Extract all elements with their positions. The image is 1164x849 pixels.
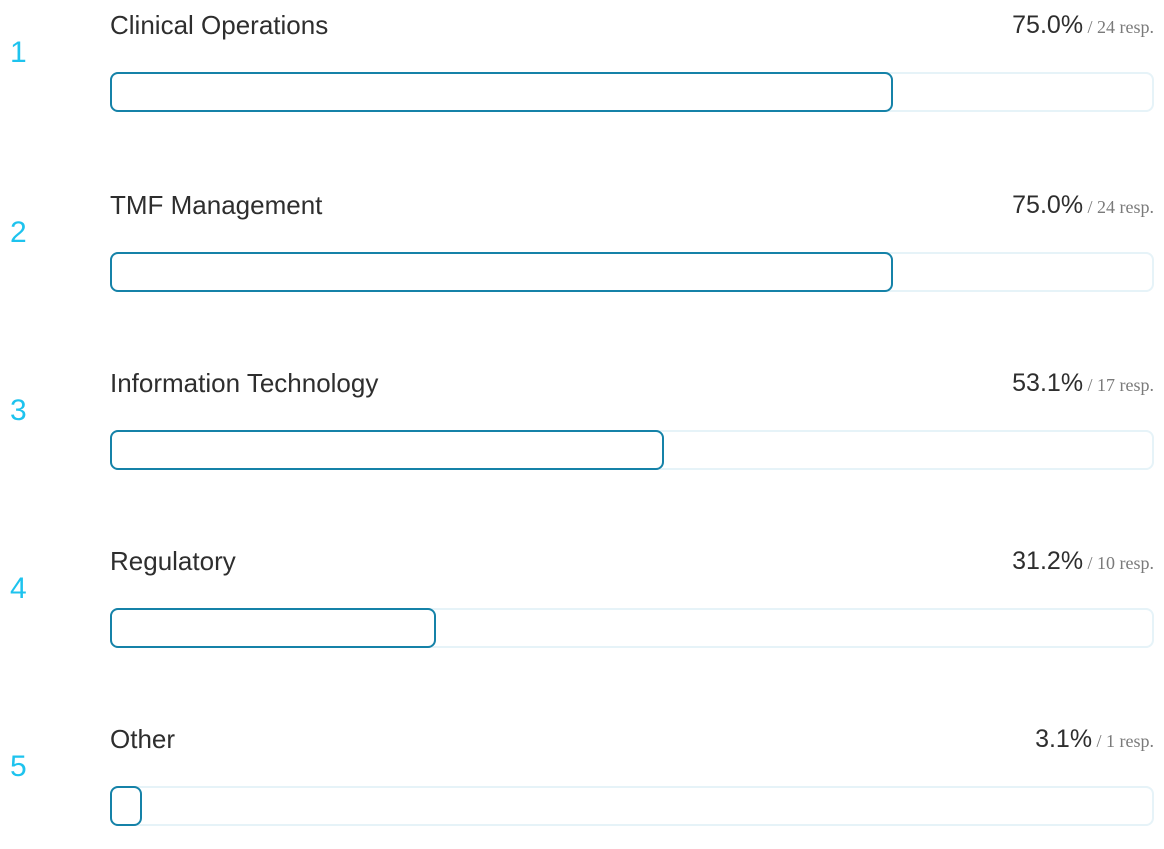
bar-fill xyxy=(110,252,893,292)
rank-number: 2 xyxy=(10,216,27,249)
response-count: / 1 resp. xyxy=(1096,731,1155,751)
category-label: TMF Management xyxy=(110,190,323,220)
stat-readout: 75.0% / 24 resp. xyxy=(1012,5,1154,49)
percent-value: 75.0% xyxy=(1012,191,1084,219)
stat-readout: 75.0% / 24 resp. xyxy=(1012,185,1154,229)
results-chart: 1 Clinical Operations 75.0% / 24 resp. 2… xyxy=(0,0,1164,826)
bar-track xyxy=(110,430,1154,470)
rank-number: 4 xyxy=(10,572,27,605)
response-count: / 17 resp. xyxy=(1087,375,1155,395)
rank-number: 5 xyxy=(10,750,27,783)
percent-value: 75.0% xyxy=(1012,11,1084,39)
percent-value: 53.1% xyxy=(1012,369,1084,397)
response-count: / 24 resp. xyxy=(1087,197,1155,217)
bar-fill xyxy=(110,608,436,648)
stat-readout: 3.1% / 1 resp. xyxy=(1035,719,1154,763)
bar-fill xyxy=(110,786,143,826)
bar-track xyxy=(110,252,1154,292)
category-label: Clinical Operations xyxy=(110,10,329,40)
response-count: / 10 resp. xyxy=(1087,553,1155,573)
rank-number: 1 xyxy=(10,36,27,69)
percent-value: 3.1% xyxy=(1035,725,1093,753)
result-row: 3 Information Technology 53.1% / 17 resp… xyxy=(0,363,1164,493)
result-row: 4 Regulatory 31.2% / 10 resp. xyxy=(0,541,1164,671)
stat-readout: 53.1% / 17 resp. xyxy=(1012,363,1154,407)
category-label: Other xyxy=(110,724,176,754)
result-row: 2 TMF Management 75.0% / 24 resp. xyxy=(0,185,1164,315)
rank-number: 3 xyxy=(10,394,27,427)
bar-fill xyxy=(110,430,665,470)
result-row: 1 Clinical Operations 75.0% / 24 resp. xyxy=(0,5,1164,135)
percent-value: 31.2% xyxy=(1012,547,1084,575)
stat-readout: 31.2% / 10 resp. xyxy=(1012,541,1154,585)
category-label: Regulatory xyxy=(110,546,236,576)
response-count: / 24 resp. xyxy=(1087,17,1155,37)
result-row: 5 Other 3.1% / 1 resp. xyxy=(0,719,1164,849)
category-label: Information Technology xyxy=(110,368,379,398)
bar-fill xyxy=(110,72,893,112)
bar-track xyxy=(110,786,1154,826)
bar-track xyxy=(110,608,1154,648)
bar-track xyxy=(110,72,1154,112)
